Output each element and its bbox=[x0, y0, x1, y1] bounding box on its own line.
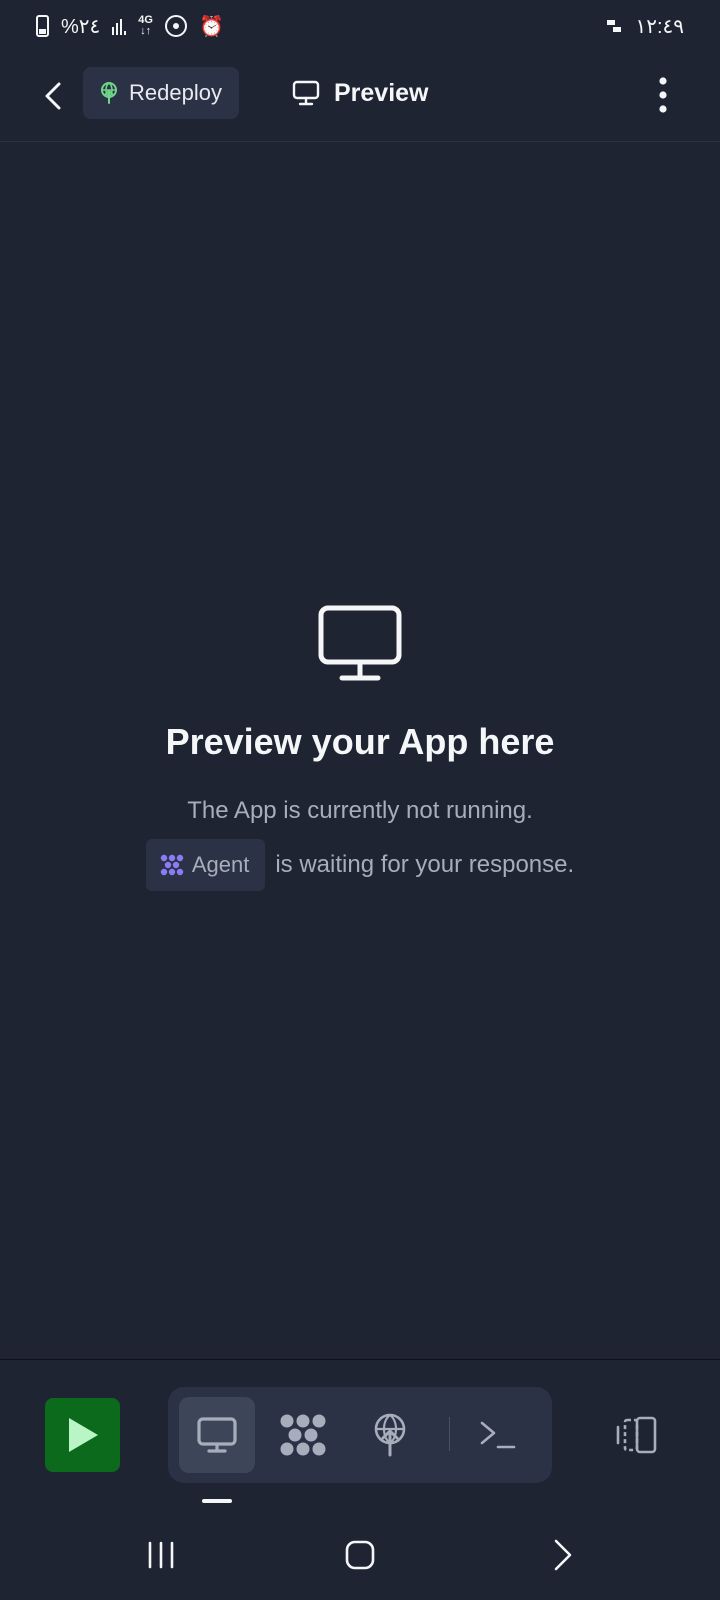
panels-icon bbox=[616, 1416, 657, 1454]
agent-icon bbox=[160, 854, 184, 876]
system-nav-bar bbox=[0, 1520, 720, 1590]
redeploy-button[interactable]: Redeploy bbox=[83, 67, 239, 119]
monitor-icon bbox=[292, 80, 320, 106]
deploy-globe-icon bbox=[374, 1413, 406, 1457]
chevron-left-icon bbox=[45, 82, 61, 110]
redeploy-label: Redeploy bbox=[129, 80, 222, 105]
more-vertical-icon bbox=[659, 77, 667, 113]
shell-tool-button[interactable] bbox=[459, 1397, 535, 1473]
play-icon bbox=[68, 1418, 98, 1452]
agent-icon bbox=[280, 1414, 326, 1456]
deploy-tool-button[interactable] bbox=[352, 1397, 428, 1473]
run-button[interactable] bbox=[45, 1398, 120, 1472]
agent-chip[interactable]: Agent bbox=[145, 839, 266, 891]
recents-icon bbox=[148, 1541, 174, 1569]
home-icon bbox=[345, 1540, 375, 1570]
terminal-icon bbox=[480, 1421, 516, 1449]
agent-status-line: Agent is waiting for your response. bbox=[145, 839, 575, 891]
battery-icon bbox=[36, 15, 49, 37]
agent-status-text: is waiting for your response. bbox=[275, 851, 575, 878]
hotspot-icon bbox=[164, 15, 187, 37]
network-type-icon: 4G ↓↑ bbox=[138, 14, 153, 37]
network-type: 4G bbox=[138, 14, 153, 26]
status-bar: %٢٤ 4G ↓↑ ⏰ ١٢:٤٩ bbox=[0, 0, 720, 52]
preview-empty-state: Preview your App here The App is current… bbox=[0, 605, 720, 891]
more-options-button[interactable] bbox=[648, 72, 678, 118]
monitor-large-icon bbox=[318, 605, 402, 681]
tab-preview[interactable]: Preview bbox=[292, 67, 429, 119]
tab-title: Preview bbox=[334, 78, 429, 107]
recents-button[interactable] bbox=[131, 1530, 191, 1580]
signal-icon bbox=[112, 17, 127, 35]
panels-button[interactable] bbox=[612, 1410, 662, 1460]
active-tool-indicator bbox=[202, 1499, 232, 1503]
agent-chip-label: Agent bbox=[191, 852, 250, 877]
toolbar-divider bbox=[0, 1359, 720, 1360]
nfc-icon bbox=[607, 18, 623, 34]
clock: ١٢:٤٩ bbox=[635, 15, 684, 38]
home-button[interactable] bbox=[330, 1530, 390, 1580]
chevron-right-icon bbox=[554, 1539, 572, 1571]
alarm-icon: ⏰ bbox=[198, 15, 224, 38]
battery-percent: %٢٤ bbox=[61, 15, 101, 38]
empty-state-subtitle: The App is currently not running. bbox=[187, 797, 533, 824]
back-button[interactable] bbox=[34, 74, 72, 118]
status-left-group: %٢٤ 4G ↓↑ ⏰ bbox=[36, 14, 224, 39]
app-header: Redeploy Preview bbox=[0, 52, 720, 142]
preview-tool-button[interactable] bbox=[179, 1397, 255, 1473]
back-nav-button[interactable] bbox=[533, 1530, 593, 1580]
monitor-icon bbox=[197, 1417, 237, 1453]
tool-separator bbox=[449, 1417, 450, 1451]
agent-tool-button[interactable] bbox=[265, 1397, 341, 1473]
deploy-globe-icon bbox=[101, 82, 117, 104]
status-right-group: ١٢:٤٩ bbox=[607, 14, 684, 39]
empty-state-title: Preview your App here bbox=[165, 721, 555, 762]
tool-switcher bbox=[168, 1387, 552, 1483]
replit-preview-screen: %٢٤ 4G ↓↑ ⏰ ١٢:٤٩ Redeploy Preview Previ… bbox=[0, 0, 720, 1600]
